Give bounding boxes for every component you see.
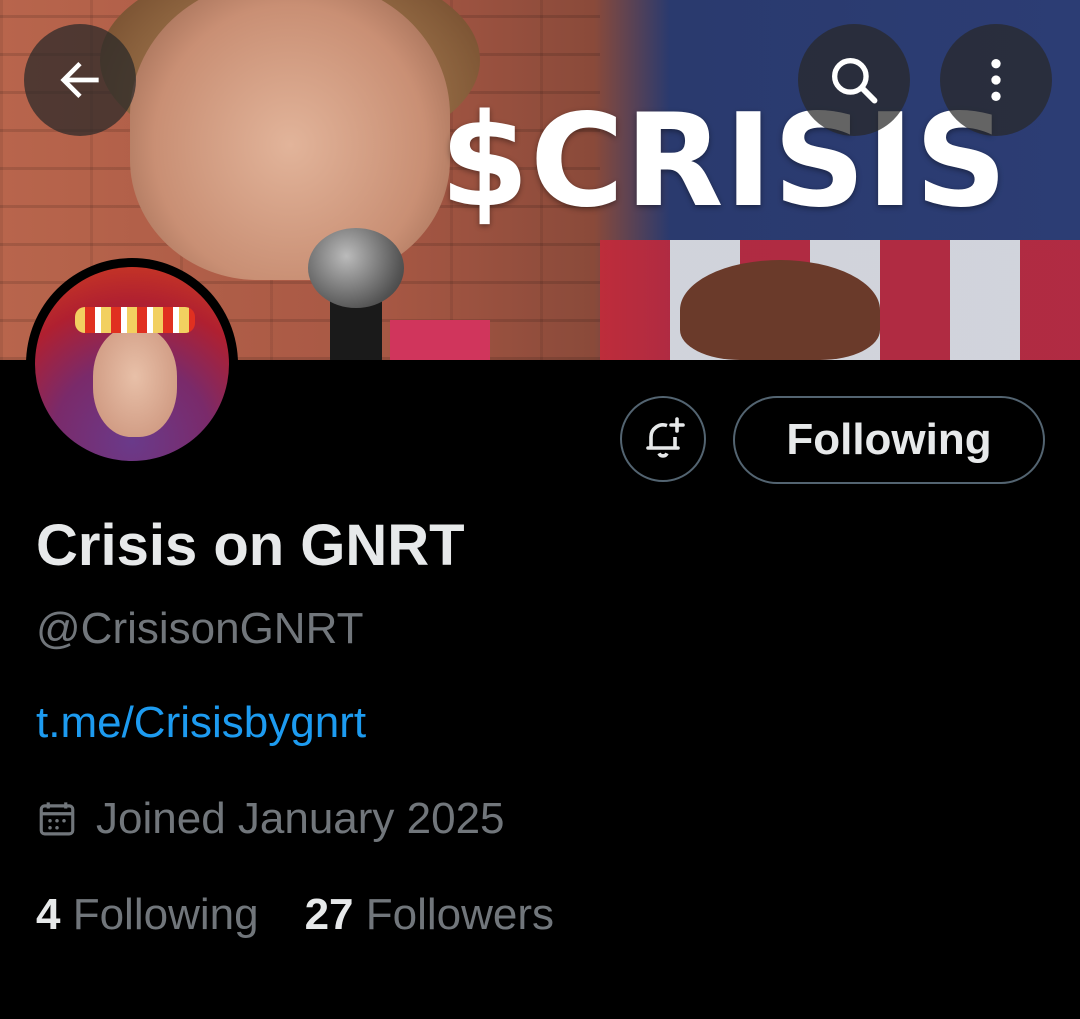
followers-count: 27 [304, 890, 366, 939]
user-handle: @CrisisonGNRT [36, 604, 364, 653]
banner-photo-shirt [390, 320, 490, 360]
bell-plus-icon [646, 417, 685, 458]
banner-photo-face [130, 0, 450, 280]
search-button[interactable] [798, 24, 910, 136]
search-icon [832, 58, 878, 104]
avatar-image [35, 267, 229, 461]
arrow-left-icon [60, 62, 99, 98]
following-stat[interactable]: 4 Following [36, 890, 259, 940]
following-label: Following [72, 890, 259, 939]
banner-photo-microphone-head [308, 228, 404, 308]
follow-stats: 4 Following 27 Followers [36, 890, 600, 940]
following-button[interactable]: Following [733, 396, 1045, 484]
notifications-button[interactable] [620, 396, 706, 482]
banner-photo-hand [680, 260, 880, 360]
following-count: 4 [36, 890, 73, 939]
display-name: Crisis on GNRT [36, 513, 465, 578]
followers-label: Followers [365, 890, 555, 939]
calendar-icon [39, 802, 75, 836]
joined-text: Joined January 2025 [96, 794, 505, 843]
profile-link[interactable]: t.me/Crisisbygnrt [36, 698, 366, 748]
back-button[interactable] [24, 24, 136, 136]
more-vertical-icon [991, 59, 1001, 101]
joined-date: Joined January 2025 [36, 794, 505, 844]
followers-stat[interactable]: 27 Followers [305, 890, 554, 940]
avatar-face [93, 327, 177, 437]
more-options-button[interactable] [940, 24, 1052, 136]
profile-avatar[interactable] [26, 258, 238, 470]
avatar-headdress [75, 307, 195, 333]
